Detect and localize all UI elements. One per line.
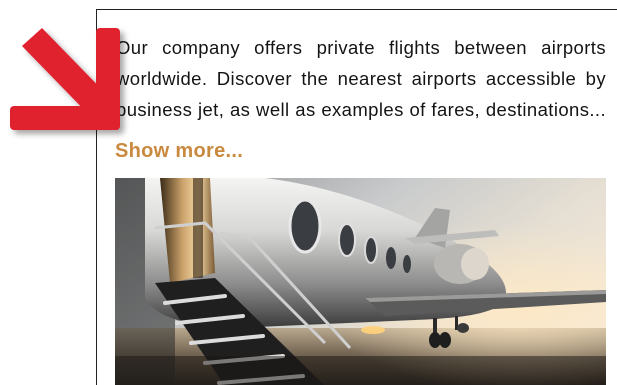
description-line: Our company offers private flights betwe… <box>116 37 606 58</box>
description-line: worldwide. Discover the nearest airports… <box>116 68 606 89</box>
private-jet-photo <box>115 178 606 385</box>
red-diagonal-arrow-icon <box>10 28 120 130</box>
article-card: Our company offers private flights betwe… <box>96 9 617 385</box>
description-line: business jet, as well as examples of far… <box>116 99 606 120</box>
article-description: Our company offers private flights betwe… <box>116 32 606 125</box>
page: Our company offers private flights betwe… <box>0 0 617 385</box>
show-more-link[interactable]: Show more... <box>115 140 243 163</box>
